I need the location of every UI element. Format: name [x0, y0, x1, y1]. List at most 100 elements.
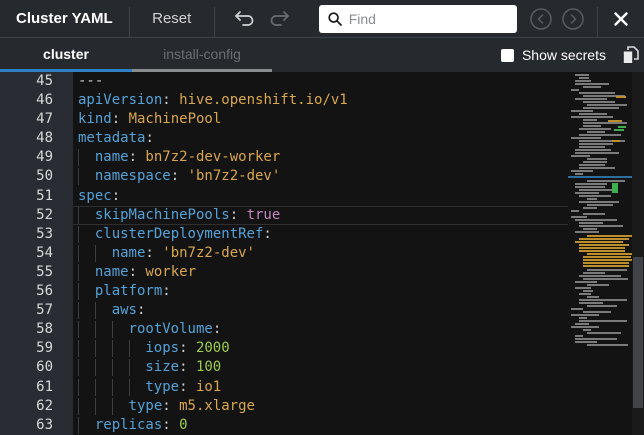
minimap-line	[583, 107, 619, 109]
line-number: 48	[0, 129, 73, 148]
indent-guide	[129, 379, 146, 396]
token-punct: :	[179, 359, 196, 375]
minimap-line	[571, 137, 601, 139]
code-row: 62type: m5.xlarge	[0, 397, 644, 416]
minimap-line	[571, 170, 593, 172]
copy-button[interactable]	[622, 46, 639, 64]
indent-guide	[78, 168, 95, 185]
minimap-line	[575, 183, 607, 185]
cluster-yaml-modal: Cluster YAML Reset	[0, 0, 644, 435]
prev-match-button[interactable]	[529, 7, 553, 31]
code-row: 59iops: 2000	[0, 339, 644, 358]
close-button[interactable]	[598, 11, 644, 27]
minimap-line	[612, 183, 618, 193]
code-row: 50namespace: 'bn7z2-dev'	[0, 167, 644, 186]
minimap-line	[571, 216, 587, 218]
token-punct: :	[112, 111, 129, 127]
code-line: ---	[73, 72, 568, 91]
code-line: type: m5.xlarge	[73, 397, 568, 416]
yaml-editor[interactable]: 45---46apiVersion: hive.openshift.io/v14…	[0, 72, 644, 435]
match-nav	[529, 7, 585, 31]
indent-guide	[78, 340, 95, 357]
indent-guide	[129, 359, 146, 376]
minimap-line	[575, 98, 607, 100]
tab-install-config[interactable]: install-config	[132, 38, 272, 72]
minimap-line	[571, 116, 613, 118]
indent-guide	[112, 340, 129, 357]
token-punct: :	[171, 168, 188, 184]
token-key: type	[129, 398, 163, 414]
indent-guide	[112, 379, 129, 396]
token-key: type	[145, 379, 179, 395]
token-punct: :	[162, 92, 179, 108]
show-secrets-checkbox[interactable]	[501, 49, 514, 62]
minimap-line	[568, 176, 632, 178]
indent-guide	[78, 226, 95, 243]
indent-guide	[78, 245, 95, 262]
minimap-line	[618, 126, 626, 128]
find-input[interactable]	[319, 5, 517, 33]
code-line: replicas: 0	[73, 416, 568, 435]
indent-guide	[78, 321, 95, 338]
undo-button[interactable]	[231, 8, 257, 30]
redo-button[interactable]	[267, 8, 293, 30]
minimap-line	[579, 113, 607, 115]
minimap-line	[579, 317, 587, 319]
indent-guide	[78, 359, 95, 376]
vertical-scrollbar[interactable]	[632, 72, 644, 435]
tab-cluster[interactable]: cluster	[0, 38, 132, 72]
next-match-button[interactable]	[561, 7, 585, 31]
minimap-line	[579, 128, 611, 130]
minimap-line	[575, 186, 605, 188]
minimap-line	[587, 305, 617, 307]
minimap-line	[579, 189, 615, 191]
code-row: 49name: bn7z2-dev-worker	[0, 148, 644, 167]
code-row: 55name: worker	[0, 263, 644, 282]
minimap-line	[583, 256, 631, 258]
minimap-line	[579, 244, 629, 246]
indent-guide	[78, 398, 95, 415]
minimap-line	[587, 204, 613, 206]
scrollbar-thumb[interactable]	[633, 257, 643, 408]
token-key: rootVolume	[129, 321, 213, 337]
token-str: hive.openshift.io/v1	[179, 92, 348, 108]
minimap-line	[583, 122, 627, 124]
prev-match-icon	[529, 7, 553, 31]
token-num: 100	[196, 359, 221, 375]
redo-icon	[267, 8, 293, 30]
token-key: apiVersion	[78, 92, 162, 108]
minimap-line	[575, 341, 597, 343]
minimap-line	[575, 231, 599, 233]
minimap-line	[575, 149, 611, 151]
indent-guide	[95, 321, 112, 338]
minimap-line	[579, 164, 605, 166]
minimap-line	[583, 125, 601, 127]
token-punct: :	[263, 226, 271, 242]
copy-icon	[622, 46, 639, 64]
reset-button[interactable]: Reset	[130, 10, 214, 27]
minimap-line	[579, 77, 589, 79]
token-str: m5.xlarge	[179, 398, 255, 414]
line-number: 54	[0, 244, 73, 263]
minimap-line	[587, 158, 607, 160]
topbar: Cluster YAML Reset	[0, 0, 644, 38]
token-punct: ---	[78, 73, 103, 89]
token-punct: :	[162, 283, 170, 299]
code-line: type: io1	[73, 378, 568, 397]
code-line: size: 100	[73, 358, 568, 377]
code-line: metadata:	[73, 129, 568, 148]
minimap[interactable]	[568, 72, 632, 435]
indent-guide	[78, 379, 95, 396]
minimap-line	[608, 120, 622, 122]
indent-guide	[78, 417, 95, 434]
search-icon	[327, 11, 343, 27]
minimap-line	[571, 308, 583, 310]
minimap-line	[579, 146, 605, 148]
line-number: 58	[0, 320, 73, 339]
minimap-line	[587, 344, 628, 346]
line-number: 47	[0, 110, 73, 129]
minimap-line	[575, 338, 617, 340]
minimap-line	[575, 83, 609, 85]
minimap-line	[587, 269, 627, 271]
minimap-line	[575, 281, 597, 283]
